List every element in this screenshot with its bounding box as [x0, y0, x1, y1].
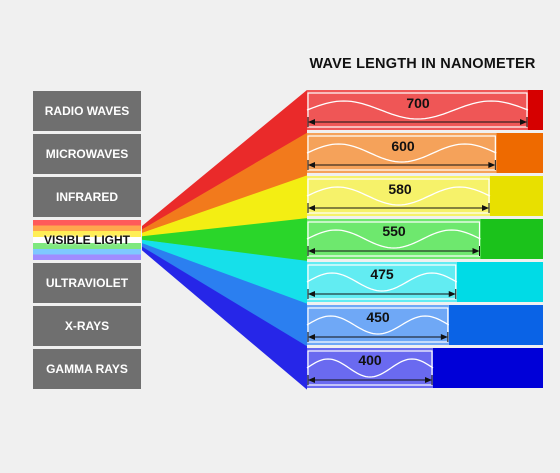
- label-x-rays: X-RAYS: [33, 306, 141, 346]
- label-microwaves: MICROWAVES: [33, 134, 141, 174]
- wavelength-label-475: 475: [370, 266, 394, 282]
- label-visible-light: VISIBLE LIGHT: [33, 220, 141, 260]
- band-strip-400: [433, 348, 543, 388]
- label-gamma-rays: GAMMA RAYS: [33, 349, 141, 389]
- wavelength-label-450: 450: [366, 309, 390, 325]
- label-infrared: INFRARED: [33, 177, 141, 217]
- wavelength-label-700: 700: [406, 95, 430, 111]
- label-ultraviolet: ULTRAVIOLET: [33, 263, 141, 303]
- spectrum-diagram: WAVE LENGTH IN NANOMETER RADIO WAVES MIC…: [0, 0, 560, 473]
- band-strip-700: [528, 90, 543, 130]
- band-strip-450: [448, 305, 543, 345]
- wavelength-label-400: 400: [358, 352, 382, 368]
- wavelength-label-580: 580: [388, 181, 412, 197]
- band-strip-475: [456, 262, 543, 302]
- wavelength-label-550: 550: [382, 223, 406, 239]
- label-radio-waves: RADIO WAVES: [33, 91, 141, 131]
- band-strip-580: [490, 176, 543, 216]
- wavelength-label-600: 600: [391, 138, 415, 154]
- band-strip-600: [496, 133, 543, 173]
- band-strip-550: [480, 219, 543, 259]
